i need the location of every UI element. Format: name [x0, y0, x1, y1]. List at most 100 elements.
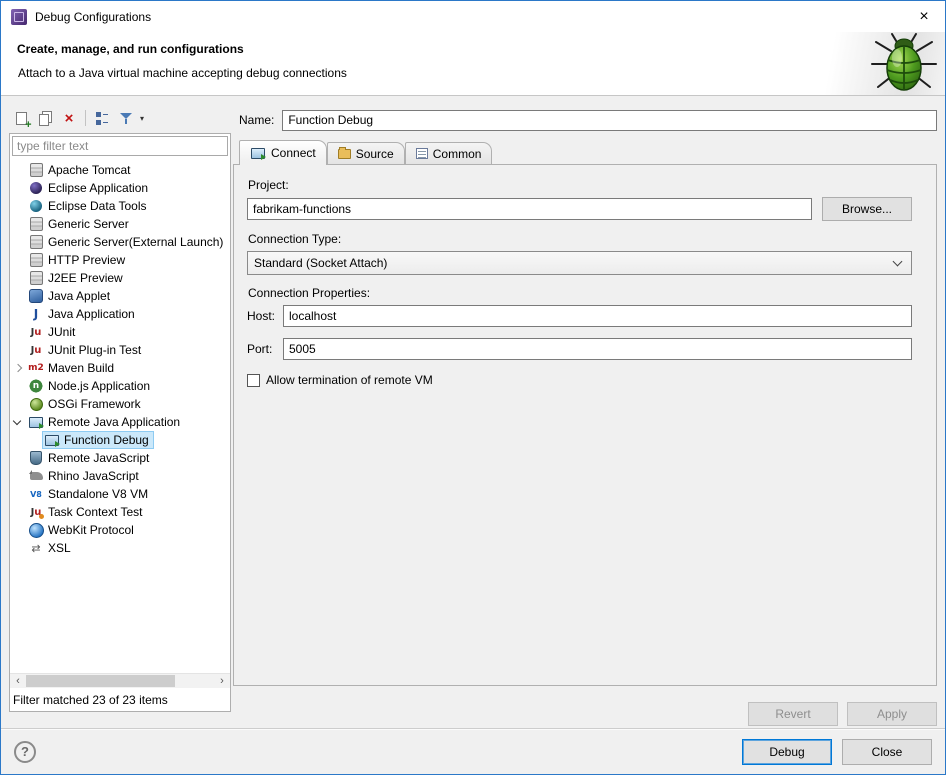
tree-item[interactable]: Remote Java Application [10, 413, 230, 431]
close-button[interactable]: Close [842, 739, 932, 765]
tree-item[interactable]: nNode.js Application [10, 377, 230, 395]
allow-termination-checkbox[interactable] [247, 374, 260, 387]
tab-content-connect: Project: Browse... Connection Type: Stan… [233, 164, 937, 686]
tab-connect[interactable]: Connect [239, 140, 327, 165]
scroll-right-icon[interactable]: › [214, 674, 230, 688]
host-input[interactable] [283, 305, 912, 327]
tree-item[interactable]: V8Standalone V8 VM [10, 485, 230, 503]
expand-arrow-icon[interactable] [10, 359, 26, 377]
new-configuration-icon [16, 112, 27, 125]
tree-item-content: Generic Server(External Launch) [26, 233, 228, 251]
scrollbar-track[interactable] [26, 674, 214, 688]
tree-item[interactable]: Remote JavaScript [10, 449, 230, 467]
generic-server-external-icon [28, 234, 44, 250]
junit-icon: Ju [28, 324, 44, 340]
port-input[interactable] [283, 338, 912, 360]
arrow-spacer [26, 431, 42, 449]
tree-item-label: Java Applet [48, 287, 110, 305]
tree-item[interactable]: Generic Server [10, 215, 230, 233]
tree-item[interactable]: Java Applet [10, 287, 230, 305]
tab-connect-label: Connect [271, 146, 316, 160]
toolbar-separator [85, 110, 86, 126]
close-window-icon[interactable] [903, 1, 945, 32]
eclipse-data-tools-icon [28, 198, 44, 214]
new-configuration-button[interactable] [11, 108, 31, 128]
tree-item[interactable]: ⇄XSL [10, 539, 230, 557]
tree-item[interactable]: HTTP Preview [10, 251, 230, 269]
tree-item-label: WebKit Protocol [48, 521, 134, 539]
arrow-spacer [10, 341, 26, 359]
configuration-tree: Apache TomcatEclipse ApplicationEclipse … [10, 158, 230, 673]
collapse-arrow-icon[interactable] [10, 413, 26, 431]
filter-input[interactable] [12, 136, 228, 156]
arrow-spacer [10, 233, 26, 251]
webkit-icon [28, 522, 44, 538]
name-input[interactable] [282, 110, 937, 131]
tree-item[interactable]: J2EE Preview [10, 269, 230, 287]
footer-bar: Debug Close [1, 728, 945, 774]
help-icon[interactable] [14, 741, 36, 763]
duplicate-configuration-button[interactable] [35, 108, 55, 128]
delete-configuration-button[interactable] [59, 108, 79, 128]
banner-title: Create, manage, and run configurations [17, 42, 244, 56]
tree-item[interactable]: Eclipse Application [10, 179, 230, 197]
horizontal-scrollbar: ‹ › [10, 673, 230, 688]
tab-source-label: Source [356, 147, 394, 161]
project-label: Project: [248, 178, 912, 192]
tree-item[interactable]: JJava Application [10, 305, 230, 323]
remote-javascript-icon [28, 450, 44, 466]
tree-item-label: J2EE Preview [48, 269, 123, 287]
j2ee-preview-icon [28, 270, 44, 286]
tree-item-content: Remote JavaScript [26, 449, 154, 467]
task-context-icon: Ju [28, 504, 44, 520]
arrow-spacer [10, 179, 26, 197]
allow-termination-label: Allow termination of remote VM [266, 373, 433, 387]
tree-item[interactable]: Apache Tomcat [10, 161, 230, 179]
tree-item-label: JUnit [48, 323, 75, 341]
tree-item-label: Maven Build [48, 359, 114, 377]
scroll-left-icon[interactable]: ‹ [10, 674, 26, 688]
tree-item[interactable]: JuJUnit Plug-in Test [10, 341, 230, 359]
tree-item[interactable]: WebKit Protocol [10, 521, 230, 539]
tab-source[interactable]: Source [327, 142, 405, 164]
arrow-spacer [10, 161, 26, 179]
tree-item[interactable]: Generic Server(External Launch) [10, 233, 230, 251]
tree-item-content: m2Maven Build [26, 359, 119, 377]
tree-item-content: Apache Tomcat [26, 161, 136, 179]
collapse-all-button[interactable] [92, 108, 112, 128]
tree-item[interactable]: JuJUnit [10, 323, 230, 341]
connection-properties-label: Connection Properties: [248, 286, 912, 300]
tree-item-content: J2EE Preview [26, 269, 128, 287]
debug-button[interactable]: Debug [742, 739, 832, 765]
revert-button[interactable]: Revert [748, 702, 838, 726]
filter-launch-configurations-icon [120, 111, 133, 125]
window-title: Debug Configurations [35, 10, 151, 24]
remote-java-icon [44, 432, 60, 448]
filter-menu-caret-icon[interactable]: ▾ [140, 114, 144, 123]
java-application-icon: J [28, 306, 44, 322]
browse-button[interactable]: Browse... [822, 197, 912, 221]
tree-item-content: Java Applet [26, 287, 115, 305]
tree-item[interactable]: Rhino JavaScript [10, 467, 230, 485]
source-tab-icon [338, 149, 351, 159]
tree-item-content: Eclipse Data Tools [26, 197, 152, 215]
filter-configurations-button[interactable] [116, 108, 136, 128]
connection-type-select[interactable]: Standard (Socket Attach) [247, 251, 912, 275]
tree-item[interactable]: JuTask Context Test [10, 503, 230, 521]
tree-item-label: OSGi Framework [48, 395, 141, 413]
arrow-spacer [10, 305, 26, 323]
scrollbar-thumb[interactable] [26, 675, 175, 687]
tree-item[interactable]: Function Debug [10, 431, 230, 449]
tab-common[interactable]: Common [405, 142, 493, 164]
project-input[interactable] [247, 198, 812, 220]
common-tab-icon [416, 148, 428, 159]
port-label: Port: [247, 342, 283, 356]
apply-button[interactable]: Apply [847, 702, 937, 726]
tree-item[interactable]: m2Maven Build [10, 359, 230, 377]
tree-item[interactable]: OSGi Framework [10, 395, 230, 413]
eclipse-application-icon [28, 180, 44, 196]
tree-item-label: Eclipse Data Tools [48, 197, 147, 215]
chevron-down-icon [893, 257, 903, 267]
left-panel: Apache TomcatEclipse ApplicationEclipse … [9, 133, 231, 712]
tree-item[interactable]: Eclipse Data Tools [10, 197, 230, 215]
